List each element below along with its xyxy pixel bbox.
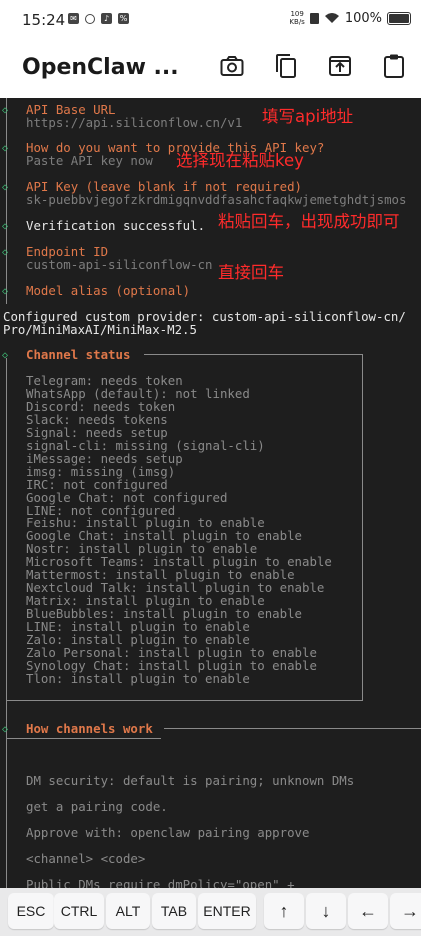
step-diamond-icon: ◇ (2, 247, 9, 258)
api-key-value: sk-puebbvjegofzkrdmigqnvddfasahcfaqkwjem… (26, 192, 407, 207)
app-title: OpenClaw ... (22, 55, 179, 80)
wifi-icon (324, 13, 339, 23)
step-diamond-icon: ◇ (2, 221, 9, 232)
note-enter: 直接回车 (218, 263, 284, 282)
channel-status-line: Google Chat: not configured (26, 489, 228, 505)
provide-key-value: Paste API key now (26, 153, 153, 168)
channel-status-line: Synology Chat: install plugin to enable (26, 657, 317, 673)
how-channels-line: <channel> <code> (26, 851, 146, 866)
esc-key[interactable]: ESC (8, 893, 54, 929)
ctrl-key[interactable]: CTRL (54, 893, 104, 929)
clipboard-icon[interactable] (381, 52, 407, 80)
verification-text: Verification successful. (26, 218, 206, 233)
step-diamond-icon: ◇ (2, 105, 9, 116)
api-base-url-value: https://api.siliconflow.cn/v1 (26, 115, 243, 130)
step-diamond-icon: ◇ (2, 724, 9, 735)
channel-status-line: iMessage: needs setup (26, 450, 183, 466)
arrow-left-key[interactable]: ← (348, 893, 388, 929)
how-channels-line: Public DMs require dmPolicy="open" + (26, 877, 295, 888)
tiktok-icon: ♪ (101, 13, 112, 24)
channel-status-line: Discord: needs token (26, 398, 176, 414)
status-bar: 15:24 ✉ ♪ % 109 KB/s 100% (0, 0, 421, 40)
channel-status-line: Slack: needs tokens (26, 411, 168, 427)
sync-icon (85, 13, 95, 24)
app-actions (219, 52, 407, 80)
app-bar: OpenClaw ... (0, 40, 421, 98)
channel-status-line: WhatsApp (default): not linked (26, 385, 250, 401)
battery-text: 100% (344, 10, 382, 26)
configured-line-2: Pro/MiniMaxAI/MiniMax-M2.5 (3, 322, 197, 337)
status-right: 109 KB/s 100% (289, 10, 411, 26)
status-time: 15:24 (22, 11, 66, 29)
step-diamond-icon: ◇ (2, 286, 9, 297)
channel-status-line: Zalo Personal: install plugin to enable (26, 644, 317, 660)
tab-key[interactable]: TAB (152, 893, 196, 929)
enter-key[interactable]: ENTER (198, 893, 256, 929)
note-enter-success: 粘贴回车，出现成功即可 (218, 212, 400, 231)
channel-status-line: IRC: not configured (26, 476, 168, 492)
how-channels-line: Approve with: openclaw pairing approve (26, 825, 310, 840)
gutter-line (6, 98, 7, 304)
model-alias-label: Model alias (optional) (26, 283, 191, 298)
arrow-down-key[interactable]: ↓ (306, 893, 346, 929)
notification-icon: ✉ (68, 13, 79, 24)
endpoint-value: custom-api-siliconflow-cn (26, 257, 213, 272)
box-divider (6, 738, 161, 739)
channel-status-line: imsg: missing (imsg) (26, 463, 176, 479)
channel-status-line: signal-cli: missing (signal-cli) (26, 437, 265, 453)
battery-icon (387, 11, 411, 25)
arrow-right-key[interactable]: → (390, 893, 421, 929)
status-notification-icons: ✉ ♪ % (68, 13, 129, 24)
step-diamond-icon: ◇ (2, 182, 9, 193)
how-channels-line: DM security: default is pairing; unknown… (26, 773, 355, 788)
channel-status-line: Tlon: install plugin to enable (26, 670, 250, 686)
how-channels-title: How channels work (26, 721, 153, 736)
net-speed: 109 KB/s (289, 10, 305, 26)
box-top-border (164, 728, 421, 729)
alt-key[interactable]: ALT (106, 893, 150, 929)
copy-icon[interactable] (273, 52, 299, 80)
sim-icon (309, 12, 319, 24)
step-diamond-icon: ◇ (2, 143, 9, 154)
open-external-icon[interactable] (327, 52, 353, 80)
extra-keys-bar: ESC CTRL ALT TAB ENTER ↑ ↓ ← → (0, 888, 421, 936)
note-api-url: 填写api地址 (262, 107, 354, 126)
arrow-up-key[interactable]: ↑ (264, 893, 304, 929)
terminal-output[interactable]: ◇ API Base URL https://api.siliconflow.c… (0, 98, 421, 888)
note-paste-key: 选择现在粘贴key (176, 151, 304, 170)
camera-icon[interactable] (219, 52, 245, 80)
gutter-line (6, 730, 7, 888)
how-channels-line: get a pairing code. (26, 799, 168, 814)
channel-status-line: Signal: needs setup (26, 424, 168, 440)
app-icon: % (118, 13, 129, 24)
